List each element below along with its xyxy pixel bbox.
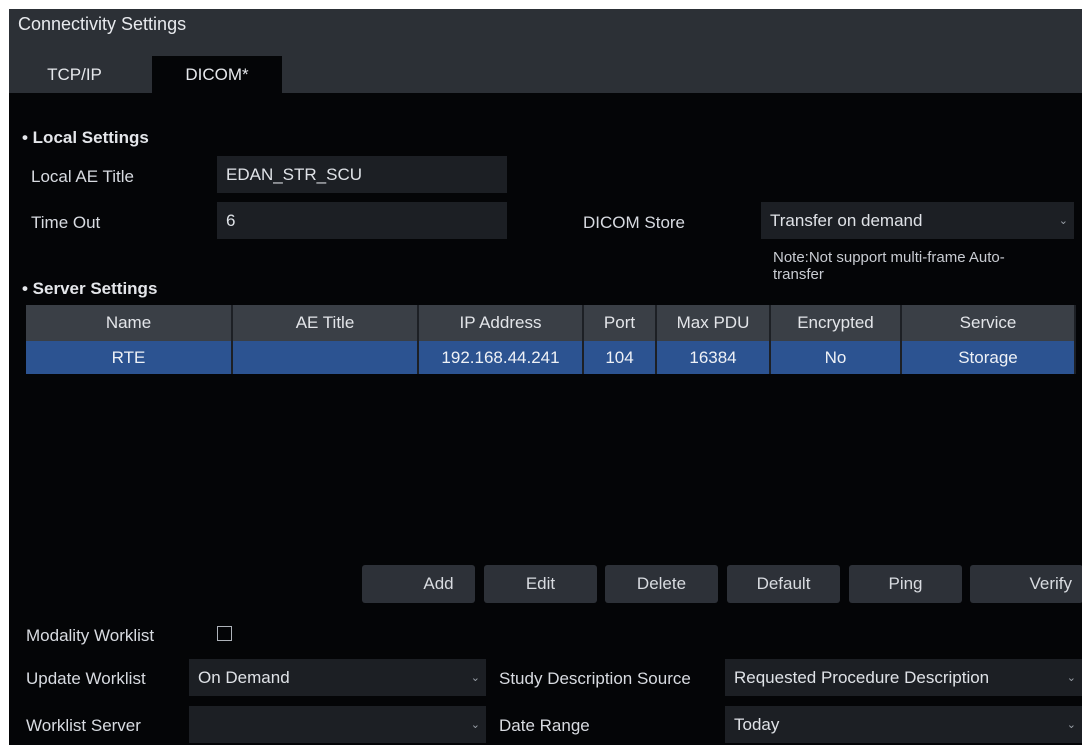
cell-encrypted: No	[770, 341, 902, 374]
study-description-source-label: Study Description Source	[499, 669, 691, 688]
tab-dicom[interactable]: DICOM*	[152, 56, 282, 93]
title-bar: Connectivity Settings	[9, 9, 1082, 50]
column-header-port[interactable]: Port	[583, 305, 657, 341]
date-range-value: Today	[734, 715, 780, 734]
tab-bar: TCP/IP DICOM*	[9, 50, 1082, 93]
local-ae-title-field[interactable]: EDAN_STR_SCU	[217, 156, 507, 193]
tab-tcp-ip[interactable]: TCP/IP	[17, 56, 132, 93]
chevron-down-icon: ⌄	[1066, 719, 1076, 731]
dicom-store-dropdown[interactable]: Transfer on demand ⌄	[761, 202, 1074, 239]
connectivity-settings-window: Connectivity Settings TCP/IP DICOM* • Lo…	[9, 9, 1082, 745]
verify-button[interactable]: Verify	[970, 565, 1082, 603]
cell-max-pdu: 16384	[656, 341, 771, 374]
update-worklist-dropdown[interactable]: On Demand ⌄	[189, 659, 486, 696]
column-header-ae-title[interactable]: AE Title	[232, 305, 419, 341]
window-title: Connectivity Settings	[18, 14, 187, 34]
ping-button[interactable]: Ping	[849, 565, 962, 603]
modality-worklist-checkbox[interactable]	[217, 626, 232, 641]
chevron-down-icon: ⌄	[1058, 215, 1068, 227]
worklist-server-dropdown[interactable]: ⌄	[189, 706, 486, 743]
column-header-name[interactable]: Name	[26, 305, 233, 341]
update-worklist-value: On Demand	[198, 668, 290, 687]
delete-button[interactable]: Delete	[605, 565, 718, 603]
server-settings-heading: • Server Settings	[22, 279, 158, 298]
local-settings-heading: • Local Settings	[22, 128, 149, 147]
cell-ip-address: 192.168.44.241	[418, 341, 584, 374]
column-header-max-pdu[interactable]: Max PDU	[656, 305, 771, 341]
study-description-source-dropdown[interactable]: Requested Procedure Description ⌄	[725, 659, 1082, 696]
edit-button[interactable]: Edit	[484, 565, 597, 603]
table-row[interactable]: RTE 192.168.44.241 104 16384 No Storage	[26, 341, 1076, 374]
worklist-server-label: Worklist Server	[26, 716, 141, 735]
dicom-store-label: DICOM Store	[583, 213, 686, 232]
column-header-encrypted[interactable]: Encrypted	[770, 305, 902, 341]
add-button[interactable]: Add	[362, 565, 475, 603]
time-out-field[interactable]: 6	[217, 202, 507, 239]
column-header-service[interactable]: Service	[901, 305, 1076, 341]
cell-ae-title	[232, 341, 419, 374]
update-worklist-label: Update Worklist	[26, 669, 146, 688]
note-line-1: Note:Not support multi-frame Auto-	[773, 249, 1005, 266]
modality-worklist-label: Modality Worklist	[26, 626, 155, 645]
note-line-2: transfer	[773, 266, 824, 283]
date-range-dropdown[interactable]: Today ⌄	[725, 706, 1082, 743]
local-ae-title-label: Local AE Title	[31, 167, 135, 186]
table-header-row: Name AE Title IP Address Port Max PDU En…	[26, 305, 1076, 341]
time-out-label: Time Out	[31, 213, 101, 232]
cell-name: RTE	[26, 341, 233, 374]
chevron-down-icon: ⌄	[470, 719, 480, 731]
cell-service: Storage	[901, 341, 1076, 374]
chevron-down-icon: ⌄	[470, 672, 480, 684]
dicom-store-note: Note:Not support multi-frame Auto- trans…	[773, 249, 1005, 283]
column-header-ip-address[interactable]: IP Address	[418, 305, 584, 341]
default-button[interactable]: Default	[727, 565, 840, 603]
chevron-down-icon: ⌄	[1066, 672, 1076, 684]
study-description-source-value: Requested Procedure Description	[734, 668, 990, 687]
cell-port: 104	[583, 341, 657, 374]
date-range-label: Date Range	[499, 716, 590, 735]
server-table: Name AE Title IP Address Port Max PDU En…	[26, 305, 1076, 374]
dicom-store-value: Transfer on demand	[770, 211, 923, 230]
